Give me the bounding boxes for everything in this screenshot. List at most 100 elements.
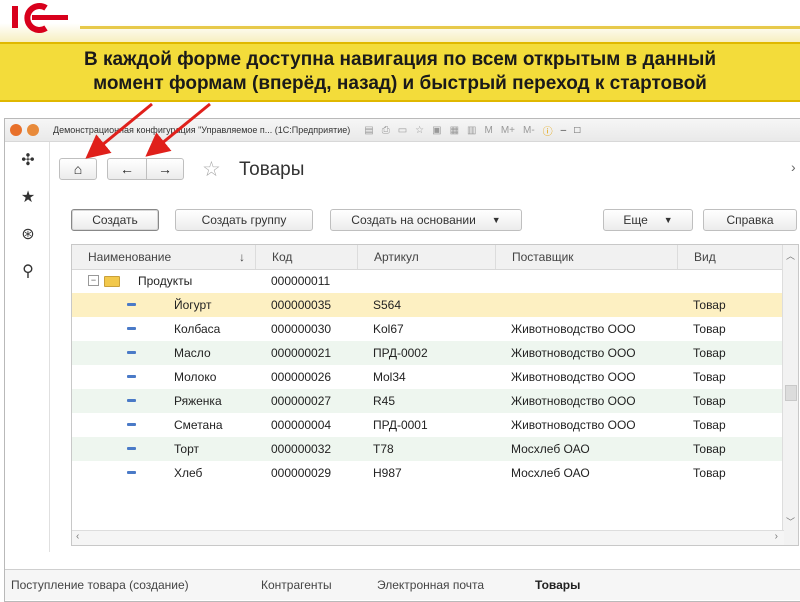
- tab-counterparties[interactable]: Контрагенты: [261, 578, 332, 592]
- scroll-thumb[interactable]: [785, 385, 797, 401]
- forward-button[interactable]: →: [146, 158, 184, 180]
- app-window: Демонстрационная конфигурация "Управляем…: [4, 118, 800, 602]
- table-row[interactable]: Торт 000000032 T78 Мосхлеб ОАО Товар: [72, 437, 784, 461]
- minimize-icon[interactable]: –: [561, 125, 567, 136]
- cell-kind: Товар: [693, 466, 726, 480]
- cell-supplier: Животноводство ООО: [511, 418, 636, 432]
- scroll-down-icon[interactable]: ﹀: [786, 515, 795, 528]
- vertical-scrollbar[interactable]: ︿ ﹀: [782, 245, 798, 545]
- favorites-icon[interactable]: ☆: [415, 125, 424, 136]
- more-label: Еще: [623, 213, 648, 227]
- cell-article: Kol67: [373, 322, 404, 336]
- collapse-panel-icon[interactable]: ›: [791, 159, 796, 175]
- home-button[interactable]: ⌂: [59, 158, 97, 180]
- cell-supplier: Животноводство ООО: [511, 394, 636, 408]
- cell-name: Молоко: [174, 370, 217, 384]
- calculator-icon[interactable]: ▦: [450, 125, 459, 136]
- horizontal-scrollbar[interactable]: ‹ ›: [72, 530, 784, 545]
- help-button[interactable]: Справка: [703, 209, 797, 231]
- cell-name: Ряженка: [174, 394, 222, 408]
- cell-code: 000000027: [271, 394, 332, 408]
- app-menu-icon[interactable]: [27, 124, 39, 136]
- create-based-on-button[interactable]: Создать на основании ▼: [330, 209, 522, 231]
- folder-icon: [104, 276, 120, 287]
- maximize-icon[interactable]: □: [574, 125, 580, 136]
- cell-name: Колбаса: [174, 322, 221, 336]
- scroll-up-icon[interactable]: ︿: [786, 249, 795, 262]
- create-group-button[interactable]: Создать группу: [175, 209, 313, 231]
- column-header-name-label: Наименование: [88, 250, 172, 264]
- table-row[interactable]: Ряженка 000000027 R45 Животноводство ООО Тов…: [72, 389, 784, 413]
- window-title: Демонстрационная конфигурация "Управляем…: [53, 125, 351, 135]
- more-button[interactable]: Еще ▼: [603, 209, 693, 231]
- item-icon: [127, 303, 136, 306]
- tab-goods-receipt[interactable]: Поступление товара (создание): [11, 578, 189, 592]
- collapse-group-icon[interactable]: −: [88, 275, 99, 286]
- banner-line-2: момент формам (вперёд, назад) и быстрый …: [93, 73, 707, 94]
- table-row[interactable]: Сметана 000000004 ПРД-0001 Животноводство О…: [72, 413, 784, 437]
- cell-code: 000000035: [271, 298, 332, 312]
- cell-name: Хлеб: [174, 466, 203, 480]
- cell-article: T78: [373, 442, 394, 456]
- column-header-code[interactable]: Код: [255, 245, 357, 269]
- memory-mminus-button[interactable]: M-: [523, 125, 535, 136]
- cell-kind: Товар: [693, 442, 726, 456]
- cell-code: 000000004: [271, 418, 332, 432]
- preview-icon[interactable]: ▭: [398, 125, 407, 136]
- item-icon: [127, 375, 136, 378]
- memory-mplus-button[interactable]: M+: [501, 125, 515, 136]
- scroll-right-icon[interactable]: ›: [775, 531, 778, 542]
- cell-supplier: Животноводство ООО: [511, 322, 636, 336]
- favorites-star-icon[interactable]: ★: [19, 189, 37, 207]
- app-logo-icon[interactable]: [10, 124, 22, 136]
- table-row[interactable]: Хлеб 000000029 H987 Мосхлеб ОАО Товар: [72, 461, 784, 485]
- create-based-on-label: Создать на основании: [351, 213, 476, 227]
- banner-line-1: В каждой форме доступна навигация по все…: [83, 49, 717, 70]
- calendar-icon[interactable]: ▥: [467, 125, 476, 136]
- cell-kind: Товар: [693, 394, 726, 408]
- cell-supplier: Животноводство ООО: [511, 346, 636, 360]
- cell-code: 000000030: [271, 322, 332, 336]
- cell-article: R45: [373, 394, 396, 408]
- tab-email[interactable]: Электронная почта: [377, 578, 484, 592]
- sort-icon: ↓: [239, 250, 245, 264]
- add-to-favorites-icon[interactable]: ☆: [202, 157, 221, 182]
- item-icon: [127, 447, 136, 450]
- column-header-supplier[interactable]: Поставщик: [495, 245, 677, 269]
- search-icon[interactable]: ⚲: [19, 263, 37, 281]
- dropdown-icon: ▼: [663, 215, 673, 225]
- memory-m-button[interactable]: M: [484, 125, 492, 136]
- table-row[interactable]: Масло 000000021 ПРД-0002 Животноводство ООО…: [72, 341, 784, 365]
- save-icon[interactable]: ▤: [364, 125, 373, 136]
- cell-article: S564: [373, 298, 402, 312]
- create-button[interactable]: Создать: [71, 209, 159, 231]
- table-row[interactable]: Колбаса 000000030 Kol67 Животноводство ООО Т…: [72, 317, 784, 341]
- column-header-name[interactable]: Наименование ↓: [72, 245, 255, 269]
- cell-code: 000000032: [271, 442, 332, 456]
- column-header-kind[interactable]: Вид: [677, 245, 784, 269]
- print-icon[interactable]: ⎙: [382, 125, 390, 136]
- table-row-group[interactable]: − Продукты 000000011: [72, 269, 784, 293]
- table-row[interactable]: Молоко 000000026 Mol34 Животноводство ООО То…: [72, 365, 784, 389]
- history-icon[interactable]: ⊛: [19, 226, 37, 244]
- cell-name: Сметана: [174, 418, 223, 432]
- cell-supplier: Животноводство ООО: [511, 370, 636, 384]
- info-icon[interactable]: ⓘ: [543, 123, 553, 138]
- column-header-article[interactable]: Артикул: [357, 245, 495, 269]
- scroll-left-icon[interactable]: ‹: [76, 531, 79, 542]
- page-title: Товары: [239, 159, 305, 180]
- item-icon: [127, 351, 136, 354]
- main-menu-icon[interactable]: ✣: [19, 152, 37, 170]
- header-rule: [80, 26, 800, 29]
- cell-name: Продукты: [138, 274, 193, 288]
- table-row[interactable]: Йогурт 000000035 S564 Товар: [72, 293, 784, 317]
- cell-supplier: Мосхлеб ОАО: [511, 442, 590, 456]
- bookmark-icon[interactable]: ▣: [432, 125, 441, 136]
- goods-table[interactable]: Наименование ↓ Код Артикул Поставщик Вид…: [71, 244, 799, 546]
- dropdown-icon: ▼: [491, 215, 501, 225]
- tab-goods[interactable]: Товары: [535, 578, 580, 592]
- home-icon: ⌂: [73, 161, 83, 177]
- cell-supplier: Мосхлеб ОАО: [511, 466, 590, 480]
- item-icon: [127, 423, 136, 426]
- back-button[interactable]: ←: [107, 158, 147, 180]
